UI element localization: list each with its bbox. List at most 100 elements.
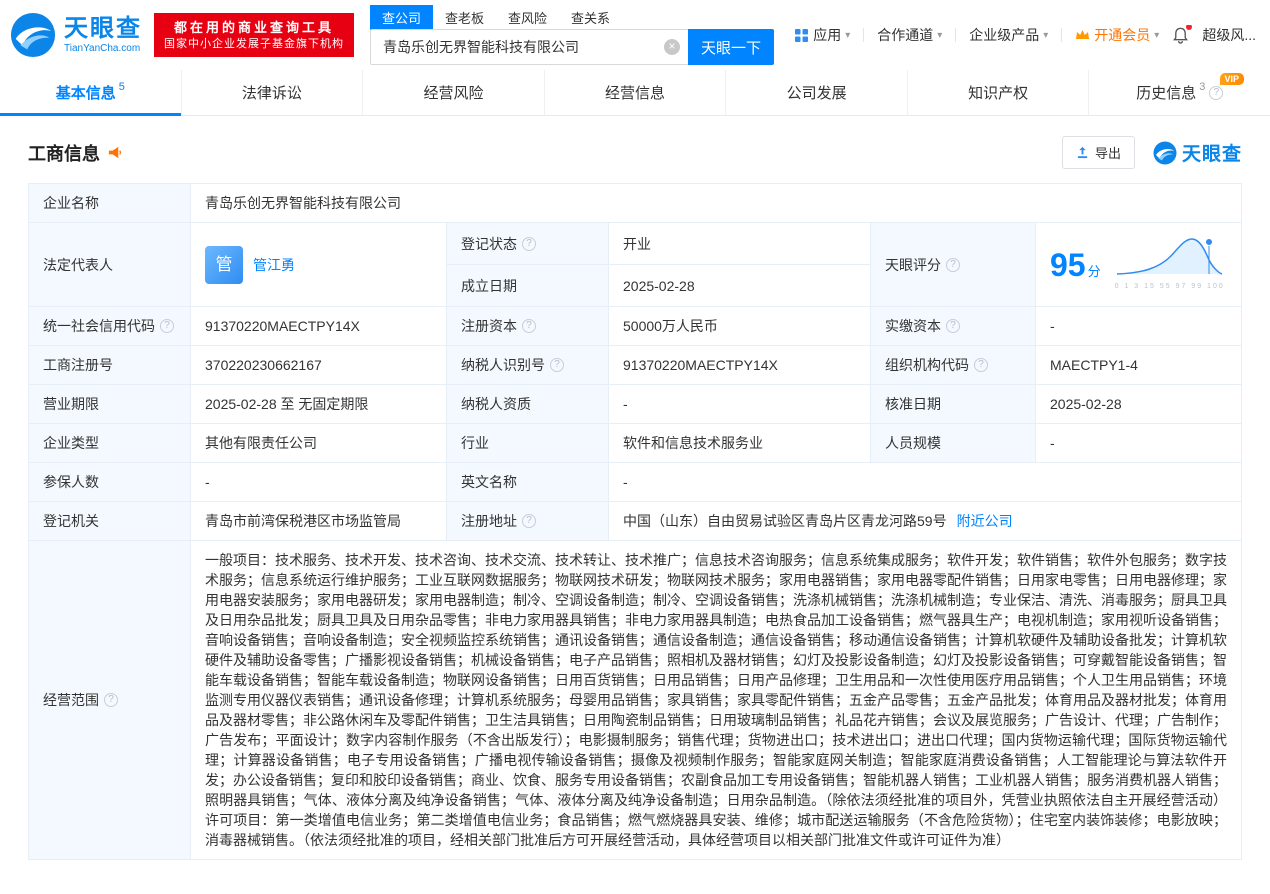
search-tab-boss[interactable]: 查老板	[433, 5, 496, 30]
search-tab-company[interactable]: 查公司	[370, 5, 433, 30]
tab-intellectual-property[interactable]: 知识产权	[908, 70, 1090, 115]
table-row: 工商注册号 370220230662167 纳税人识别号? 91370220MA…	[29, 346, 1242, 385]
nav-enterprise-label: 企业级产品	[969, 25, 1039, 45]
search-tabs: 查公司 查老板 查风险 查关系	[370, 5, 774, 29]
grid-icon	[794, 28, 809, 43]
nav-apps-label: 应用	[813, 25, 841, 45]
score-value-cell: 95分 0 1 3 15 55 97 99 100	[1036, 223, 1242, 307]
nav-apps[interactable]: 应用 ▾	[794, 25, 850, 45]
top-bar: 天眼查 TianYanCha.com 都在用的商业查询工具 国家中小企业发展子基…	[0, 0, 1270, 70]
chevron-down-icon: ▾	[937, 30, 942, 41]
company-type-value: 其他有限责任公司	[191, 424, 447, 463]
chevron-down-icon: ▾	[1154, 30, 1159, 41]
clear-icon[interactable]: ×	[664, 39, 680, 55]
help-icon[interactable]: ?	[946, 258, 960, 272]
help-icon[interactable]: ?	[550, 358, 564, 372]
tab-label: 基本信息	[56, 82, 116, 103]
table-row: 统一社会信用代码? 91370220MAECTPY14X 注册资本? 50000…	[29, 307, 1242, 346]
nav-enterprise-products[interactable]: 企业级产品 ▾	[969, 25, 1048, 45]
tab-history-info[interactable]: VIP 历史信息 3 ?	[1089, 70, 1270, 115]
brand-slogan: 都在用的商业查询工具 国家中小企业发展子基金旗下机构	[154, 13, 354, 58]
business-term-value: 2025-02-28 至 无固定期限	[191, 385, 447, 424]
table-row: 法定代表人 管 管江勇 登记状态? 开业 天眼评分? 95分	[29, 223, 1242, 265]
search-tab-risk[interactable]: 查风险	[496, 5, 559, 30]
business-info-table: 企业名称 青岛乐创无界智能科技有限公司 法定代表人 管 管江勇 登记状态? 开业…	[28, 183, 1242, 860]
reg-number-label: 工商注册号	[29, 346, 191, 385]
help-icon[interactable]: ?	[522, 514, 536, 528]
export-button[interactable]: 导出	[1062, 136, 1135, 169]
search-input[interactable]	[371, 30, 688, 64]
legal-rep-label: 法定代表人	[29, 223, 191, 307]
establish-date-value: 2025-02-28	[609, 265, 871, 307]
table-row: 经营范围? 一般项目：技术服务、技术开发、技术咨询、技术交流、技术转让、技术推广…	[29, 541, 1242, 860]
tab-basic-info[interactable]: 基本信息 5	[0, 70, 182, 115]
export-icon	[1076, 146, 1089, 159]
chevron-down-icon: ▾	[1043, 30, 1048, 41]
nav-super-risk[interactable]: 超级风...	[1202, 25, 1256, 45]
taxpayer-quality-label: 纳税人资质	[447, 385, 609, 424]
business-scope-label: 经营范围?	[29, 541, 191, 860]
business-term-label: 营业期限	[29, 385, 191, 424]
taxpayer-quality-value: -	[609, 385, 871, 424]
brand-watermark: 天眼查	[1153, 139, 1242, 166]
tab-count-badge: 3	[1199, 81, 1205, 93]
tab-label: 法律诉讼	[242, 82, 302, 103]
chevron-down-icon: ▾	[845, 30, 850, 41]
help-icon[interactable]: ?	[104, 693, 118, 707]
vip-badge: VIP	[1220, 73, 1245, 85]
org-code-label: 组织机构代码?	[871, 346, 1036, 385]
industry-label: 行业	[447, 424, 609, 463]
brand-logo[interactable]: 天眼查 TianYanCha.com	[10, 12, 142, 58]
insured-value: -	[191, 463, 447, 502]
help-icon[interactable]: ?	[1209, 86, 1223, 100]
help-icon[interactable]: ?	[946, 319, 960, 333]
taxpayer-id-label: 纳税人识别号?	[447, 346, 609, 385]
help-icon[interactable]: ?	[522, 237, 536, 251]
tab-operation-info[interactable]: 经营信息	[545, 70, 727, 115]
table-row: 企业类型 其他有限责任公司 行业 软件和信息技术服务业 人员规模 -	[29, 424, 1242, 463]
approval-date-label: 核准日期	[871, 385, 1036, 424]
megaphone-icon	[107, 145, 122, 160]
brand-name: 天眼查	[64, 16, 142, 42]
score-label: 天眼评分?	[871, 223, 1036, 307]
table-row: 营业期限 2025-02-28 至 无固定期限 纳税人资质 - 核准日期 202…	[29, 385, 1242, 424]
reg-capital-value: 50000万人民币	[609, 307, 871, 346]
table-row: 企业名称 青岛乐创无界智能科技有限公司	[29, 184, 1242, 223]
company-type-label: 企业类型	[29, 424, 191, 463]
legal-rep-avatar[interactable]: 管	[205, 246, 243, 284]
address-label: 注册地址?	[447, 502, 609, 541]
business-scope-value: 一般项目：技术服务、技术开发、技术咨询、技术交流、技术转让、技术推广；信息技术咨…	[191, 541, 1242, 860]
crown-icon	[1075, 29, 1090, 41]
brand-watermark-name: 天眼查	[1182, 139, 1242, 166]
nav-super-risk-label: 超级风...	[1202, 25, 1256, 45]
search-button[interactable]: 天眼一下	[688, 29, 774, 65]
search-input-wrap: ×	[370, 29, 688, 65]
search-block: 查公司 查老板 查风险 查关系 × 天眼一下	[370, 5, 774, 65]
help-icon[interactable]: ?	[160, 319, 174, 333]
legal-rep-link[interactable]: 管江勇	[253, 255, 295, 275]
tianyancha-logo-icon	[1153, 141, 1177, 165]
score-unit: 分	[1088, 264, 1101, 279]
help-icon[interactable]: ?	[974, 358, 988, 372]
score-chart-ticks: 0 1 3 15 55 97 99 100	[1115, 277, 1225, 297]
nearby-companies-link[interactable]: 附近公司	[957, 511, 1013, 531]
help-icon[interactable]: ?	[522, 319, 536, 333]
nav-open-vip[interactable]: 开通会员 ▾	[1075, 25, 1159, 45]
reg-status-label: 登记状态?	[447, 223, 609, 265]
top-nav: 应用 ▾ 合作通道 ▾ 企业级产品 ▾ 开通会员 ▾	[794, 25, 1256, 45]
table-row: 参保人数 - 英文名称 -	[29, 463, 1242, 502]
search-tab-relation[interactable]: 查关系	[559, 5, 622, 30]
tab-legal-proceedings[interactable]: 法律诉讼	[182, 70, 364, 115]
reg-capital-label: 注册资本?	[447, 307, 609, 346]
reg-authority-value: 青岛市前湾保税港区市场监管局	[191, 502, 447, 541]
nav-cooperation[interactable]: 合作通道 ▾	[877, 25, 942, 45]
reg-number-value: 370220230662167	[191, 346, 447, 385]
taxpayer-id-value: 91370220MAECTPY14X	[609, 346, 871, 385]
credit-code-label: 统一社会信用代码?	[29, 307, 191, 346]
tab-operation-risk[interactable]: 经营风险	[363, 70, 545, 115]
notifications-button[interactable]	[1172, 26, 1189, 44]
address-value: 中国（山东）自由贸易试验区青岛片区青龙河路59号 附近公司	[609, 502, 1242, 541]
company-name-label: 企业名称	[29, 184, 191, 223]
credit-code-value: 91370220MAECTPY14X	[191, 307, 447, 346]
tab-company-development[interactable]: 公司发展	[726, 70, 908, 115]
